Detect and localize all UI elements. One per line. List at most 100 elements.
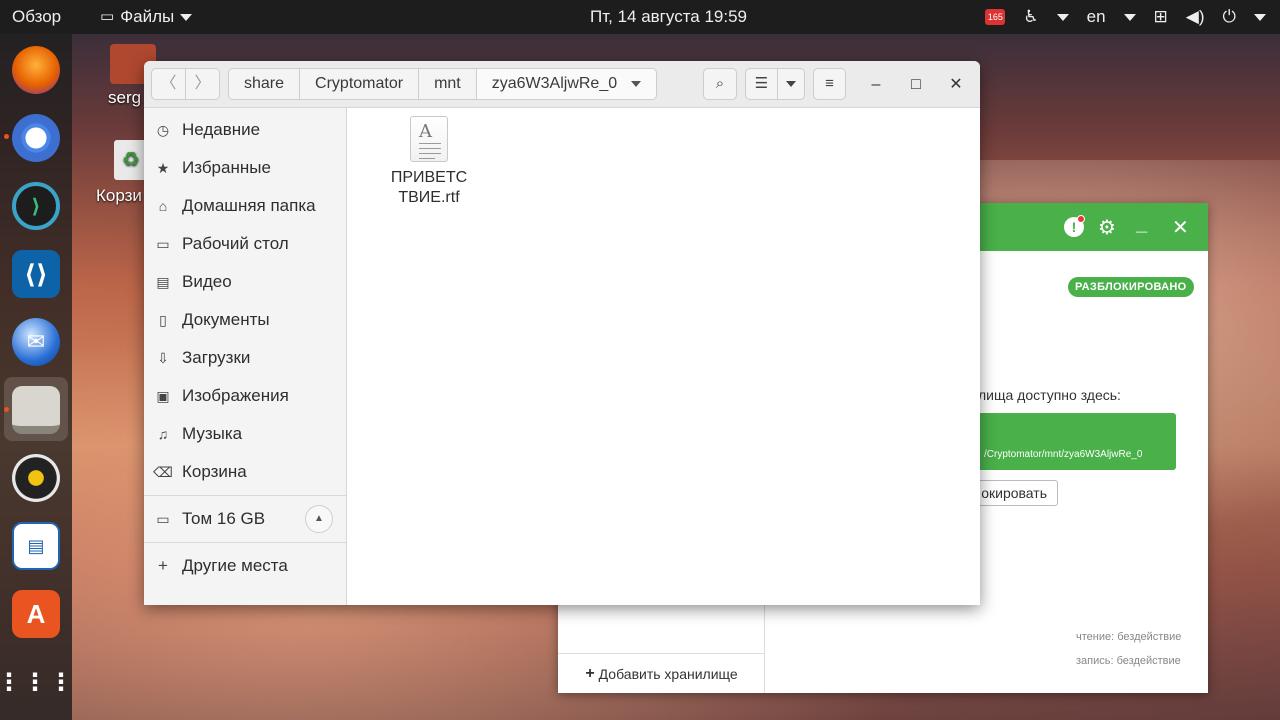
activities-button[interactable]: Обзор	[12, 0, 61, 34]
files-window: 〈 〉 share Cryptomator mnt zya6W3AljwRe_0…	[144, 61, 980, 605]
sidebar-item-other-locations[interactable]: + Другие места	[144, 547, 347, 585]
view-toggle-button[interactable]: ☰	[745, 68, 778, 100]
music-icon: ♫	[157, 426, 169, 442]
sidebar-item-trash[interactable]: ⌫ Корзина	[144, 453, 347, 491]
sidebar-divider	[144, 542, 347, 543]
close-icon[interactable]: ✕	[1172, 215, 1189, 240]
show-apps-icon[interactable]: ⋮⋮⋮	[0, 658, 73, 706]
star-icon: ★	[156, 159, 170, 176]
sidebar-divider	[144, 495, 347, 496]
update-dot	[1077, 215, 1085, 223]
power-icon[interactable]: ⏻	[1223, 0, 1236, 34]
dock: ⟩ ⟨⟩ ✉ ▤ A ⋮⋮⋮	[0, 34, 73, 720]
chromium-icon[interactable]	[12, 114, 60, 162]
app-menu-label: Файлы	[120, 7, 175, 26]
language-indicator[interactable]: en	[1087, 0, 1106, 34]
notification-badge[interactable]: 165	[985, 9, 1006, 25]
settings-icon[interactable]: ⚙	[1098, 215, 1116, 240]
forward-button[interactable]: 〉	[185, 68, 220, 100]
places-sidebar: ◷ Недавние ★ Избранные ⌂ Домашняя папка …	[144, 108, 347, 605]
app-menu-button[interactable]: ▭ Файлы	[100, 0, 193, 34]
thunderbird-icon[interactable]: ✉	[12, 318, 60, 366]
minimize-icon: –	[871, 76, 881, 93]
search-icon: ⌕	[715, 75, 725, 92]
sidebar-item-label: Домашняя папка	[182, 196, 316, 215]
add-vault-button[interactable]: + Добавить хранилище	[558, 653, 765, 693]
view-options-button[interactable]	[777, 68, 805, 100]
rtf-document-icon: A	[410, 116, 448, 162]
close-button[interactable]: ✕	[944, 73, 968, 97]
writer-icon[interactable]: ▤	[12, 522, 60, 570]
access-text: лища доступно здесь:	[978, 387, 1121, 403]
firefox-icon[interactable]	[12, 46, 60, 94]
eject-button[interactable]: ▲	[305, 505, 333, 533]
sidebar-item-videos[interactable]: ▤ Видео	[144, 263, 347, 301]
chevron-down-icon	[1123, 13, 1136, 21]
sidebar-item-starred[interactable]: ★ Избранные	[144, 149, 347, 187]
back-button[interactable]: 〈	[151, 68, 186, 100]
minimize-icon[interactable]: _	[1136, 213, 1147, 236]
search-button[interactable]: ⌕	[703, 68, 737, 100]
file-view[interactable]: A ПРИВЕТС ТВИЕ.rtf	[348, 108, 980, 605]
running-indicator	[4, 134, 9, 139]
breadcrumb-item[interactable]: Cryptomator	[300, 69, 420, 99]
film-icon: ▤	[156, 273, 170, 290]
sidebar-item-documents[interactable]: ▯ Документы	[144, 301, 347, 339]
sidebar-item-downloads[interactable]: ⇩ Загрузки	[144, 339, 347, 377]
chevron-down-icon	[1056, 13, 1069, 21]
sidebar-item-recent[interactable]: ◷ Недавние	[144, 111, 347, 149]
network-icon[interactable]: ⊞	[1154, 0, 1168, 34]
home-icon: ⌂	[158, 198, 168, 214]
image-icon: ▣	[156, 387, 170, 404]
add-vault-label: Добавить хранилище	[598, 665, 738, 682]
hamburger-icon: ≡	[825, 75, 834, 92]
write-stat: запись: бездействие	[1076, 655, 1181, 667]
remote-desktop-icon[interactable]: ⟩	[12, 182, 60, 230]
sidebar-item-label: Корзина	[182, 462, 247, 481]
breadcrumb-item[interactable]: mnt	[419, 69, 477, 99]
breadcrumb-item[interactable]: share	[229, 69, 301, 99]
reveal-drive-button[interactable]: /Cryptomator/mnt/zya6W3AljwRe_0	[958, 413, 1176, 470]
system-tray: 165 ♿ en ⊞ ◀) ⏻	[985, 0, 1266, 34]
file-name-line: ПРИВЕТС	[390, 169, 468, 186]
list-view-icon: ☰	[754, 75, 769, 92]
sidebar-item-label: Рабочий стол	[182, 234, 289, 253]
chevron-left-icon: 〈	[160, 75, 177, 92]
trash-icon: ♻	[114, 140, 148, 180]
running-indicator	[4, 407, 9, 412]
breadcrumb-current-label: zya6W3AljwRe_0	[491, 75, 618, 92]
chevron-down-icon	[180, 13, 193, 21]
desktop-trash[interactable]: ♻ Корзи	[96, 140, 148, 206]
sidebar-item-label: Другие места	[182, 556, 288, 575]
minimize-button[interactable]: –	[864, 73, 888, 97]
mount-path: /Cryptomator/mnt/zya6W3AljwRe_0	[984, 449, 1143, 460]
menu-button[interactable]: ≡	[813, 68, 846, 100]
document-icon: ▯	[159, 311, 167, 328]
sidebar-item-label: Изображения	[182, 386, 289, 405]
rhythmbox-icon[interactable]	[12, 454, 60, 502]
maximize-button[interactable]: □	[904, 73, 928, 97]
software-center-icon[interactable]: A	[12, 590, 60, 638]
sidebar-item-label: Загрузки	[182, 348, 251, 367]
sidebar-item-volume[interactable]: ▭ Том 16 GB ▲	[144, 500, 347, 538]
files-icon[interactable]	[12, 386, 60, 434]
folder-icon: ▭	[100, 8, 115, 25]
sidebar-item-label: Недавние	[182, 120, 261, 139]
plus-icon: +	[158, 556, 168, 575]
read-stat: чтение: бездействие	[1076, 631, 1182, 643]
lock-button[interactable]: окировать	[968, 480, 1058, 506]
close-icon: ✕	[949, 76, 963, 93]
header-bar: 〈 〉 share Cryptomator mnt zya6W3AljwRe_0…	[144, 61, 980, 108]
vscode-icon[interactable]: ⟨⟩	[12, 250, 60, 298]
volume-icon[interactable]: ◀)	[1186, 0, 1205, 34]
clock[interactable]: Пт, 14 августа 19:59	[590, 0, 747, 34]
sidebar-item-desktop[interactable]: ▭ Рабочий стол	[144, 225, 347, 263]
sidebar-item-home[interactable]: ⌂ Домашняя папка	[144, 187, 347, 225]
breadcrumb-item-current[interactable]: zya6W3AljwRe_0	[476, 69, 657, 99]
sidebar-item-pictures[interactable]: ▣ Изображения	[144, 377, 347, 415]
chevron-down-icon	[631, 81, 642, 87]
maximize-icon: □	[911, 76, 921, 93]
file-item[interactable]: A ПРИВЕТС ТВИЕ.rtf	[378, 116, 480, 208]
accessibility-icon[interactable]: ♿	[1023, 0, 1038, 34]
sidebar-item-music[interactable]: ♫ Музыка	[144, 415, 347, 453]
